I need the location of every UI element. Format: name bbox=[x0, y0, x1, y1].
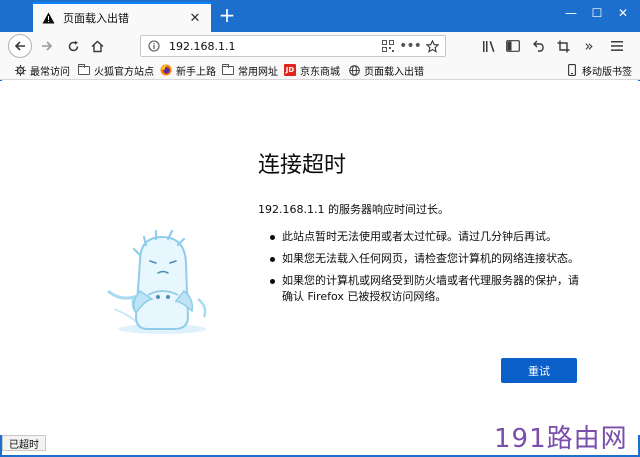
firefox-icon bbox=[160, 64, 172, 76]
hamburger-menu-button[interactable] bbox=[606, 35, 628, 57]
error-tip: 如果您的计算机或网络受到防火墙或者代理服务器的保护，请确认 Firefox 已被… bbox=[268, 273, 588, 305]
bookmark-mobile[interactable]: 移动版书签 bbox=[566, 63, 632, 78]
error-title: 连接超时 bbox=[258, 153, 347, 178]
error-tips-list: 此站点暂时无法使用或者太过忙碌。请过几分钟后再试。 如果您无法载入任何网页，请检… bbox=[268, 229, 588, 311]
bookmark-star-icon[interactable] bbox=[425, 39, 439, 53]
sidebar-icon bbox=[506, 40, 520, 52]
reload-button[interactable] bbox=[62, 35, 84, 57]
bookmarks-bar: 最常访问 火狐官方站点 新手上路 常用网址 JD 京东商城 页面载入出错 移动版… bbox=[0, 60, 640, 80]
reload-icon bbox=[68, 40, 78, 51]
nav-bar: 192.168.1.1 ••• » bbox=[0, 32, 640, 60]
forward-button[interactable] bbox=[36, 35, 58, 57]
home-button[interactable] bbox=[86, 35, 108, 57]
bookmark-label: 京东商城 bbox=[300, 66, 340, 78]
error-mascot-illustration bbox=[107, 229, 207, 334]
jd-icon: JD bbox=[284, 64, 296, 76]
url-text[interactable]: 192.168.1.1 bbox=[169, 40, 373, 53]
home-icon bbox=[91, 40, 103, 52]
bookmark-label: 新手上路 bbox=[176, 66, 216, 78]
back-button[interactable] bbox=[8, 34, 32, 58]
sidebar-button[interactable] bbox=[502, 35, 524, 57]
warning-icon bbox=[41, 12, 55, 25]
back-arrow-icon bbox=[14, 41, 25, 51]
overflow-menu-button[interactable]: » bbox=[578, 35, 600, 57]
tab-strip: 页面载入出错 ✕ + — ☐ ✕ bbox=[0, 0, 640, 32]
retry-button[interactable]: 重试 bbox=[501, 358, 577, 383]
watermark-text: 191路由网 bbox=[494, 424, 628, 454]
forward-arrow-icon bbox=[42, 41, 53, 51]
mobile-phone-icon bbox=[566, 64, 578, 76]
bookmark-jd-mall[interactable]: JD 京东商城 bbox=[284, 63, 340, 78]
info-icon[interactable] bbox=[147, 39, 161, 53]
new-tab-button[interactable]: + bbox=[216, 5, 238, 27]
maximize-button[interactable]: ☐ bbox=[586, 6, 608, 22]
crop-icon bbox=[557, 40, 569, 52]
undo-button[interactable] bbox=[528, 35, 550, 57]
tab-close-icon[interactable]: ✕ bbox=[187, 11, 203, 26]
tab-active[interactable]: 页面载入出错 ✕ bbox=[33, 2, 211, 32]
status-bar: 已超时 bbox=[2, 435, 46, 451]
bookmark-firefox-official[interactable]: 火狐官方站点 bbox=[78, 63, 154, 78]
url-bar[interactable]: 192.168.1.1 ••• bbox=[140, 35, 446, 57]
error-tip: 此站点暂时无法使用或者太过忙碌。请过几分钟后再试。 bbox=[268, 229, 588, 245]
globe-icon bbox=[348, 64, 360, 76]
undo-icon bbox=[532, 40, 544, 52]
error-tip: 如果您无法载入任何网页，请检查您计算机的网络连接状态。 bbox=[268, 251, 588, 267]
bookmark-load-error[interactable]: 页面载入出错 bbox=[348, 63, 424, 78]
bookmark-label: 页面载入出错 bbox=[364, 66, 424, 78]
bookmark-most-visited[interactable]: 最常访问 bbox=[14, 63, 70, 78]
tab-title: 页面载入出错 bbox=[63, 12, 129, 25]
bookmark-getting-started[interactable]: 新手上路 bbox=[160, 63, 216, 78]
folder-icon bbox=[78, 63, 90, 76]
gear-icon bbox=[14, 64, 26, 76]
library-icon bbox=[483, 40, 495, 52]
library-button[interactable] bbox=[478, 35, 500, 57]
screenshot-button[interactable] bbox=[552, 35, 574, 57]
bookmark-label: 常用网址 bbox=[238, 66, 278, 78]
more-actions-icon[interactable]: ••• bbox=[399, 38, 422, 54]
bookmark-label: 移动版书签 bbox=[582, 66, 632, 78]
bookmark-common-sites[interactable]: 常用网址 bbox=[222, 63, 278, 78]
minimize-button[interactable]: — bbox=[560, 6, 582, 22]
menu-icon bbox=[611, 41, 623, 51]
error-page: 连接超时 192.168.1.1 的服务器响应时间过长。 此站点暂时无法使用或者… bbox=[0, 81, 640, 435]
close-window-button[interactable]: ✕ bbox=[612, 6, 634, 22]
folder-icon bbox=[222, 63, 234, 76]
double-chevron-icon: » bbox=[584, 37, 594, 55]
qr-code-icon[interactable] bbox=[381, 39, 395, 53]
bookmark-label: 火狐官方站点 bbox=[94, 66, 154, 78]
error-description: 192.168.1.1 的服务器响应时间过长。 bbox=[258, 203, 449, 216]
bookmark-label: 最常访问 bbox=[30, 66, 70, 78]
